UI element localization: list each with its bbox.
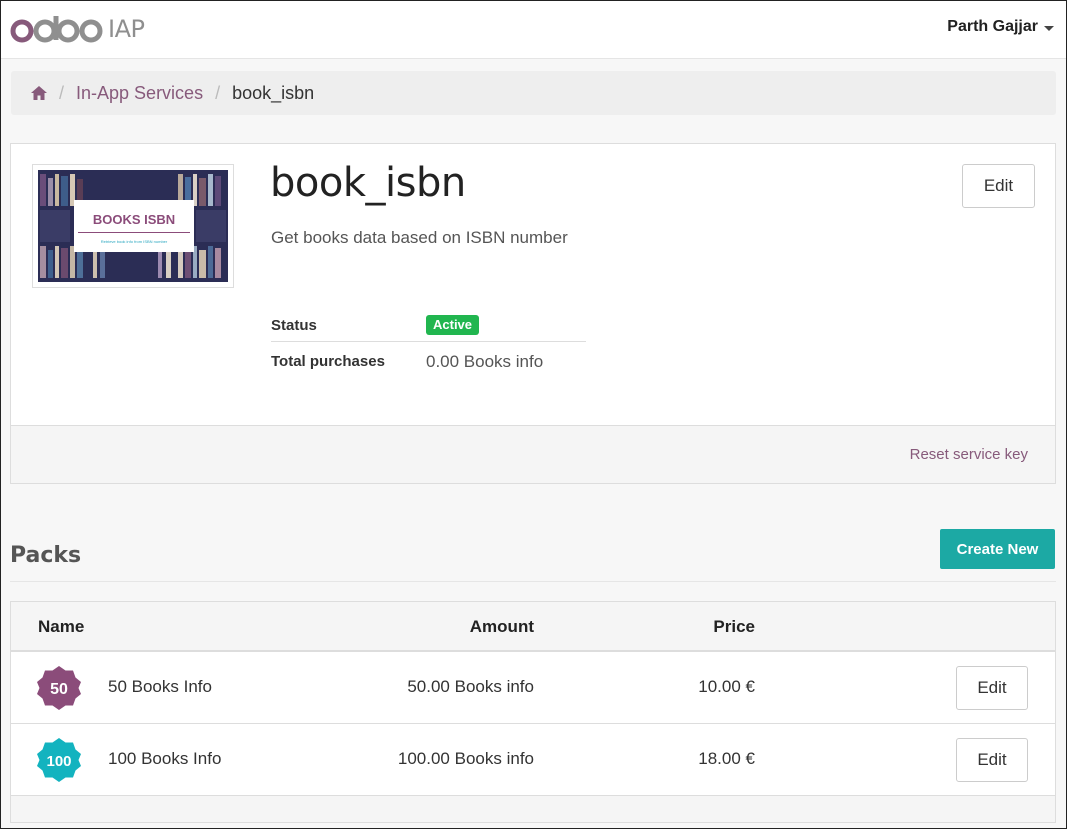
edit-service-button[interactable]: Edit xyxy=(962,164,1035,208)
pack-name: 50 Books Info xyxy=(108,677,212,696)
logo-suffix: IAP xyxy=(108,15,145,43)
breadcrumb-link-in-app-services[interactable]: In-App Services xyxy=(76,83,203,104)
pack-badge-icon: 100 xyxy=(37,738,81,782)
purchases-value: 0.00 Books info xyxy=(426,351,544,371)
breadcrumb: / In-App Services / book_isbn xyxy=(11,71,1056,115)
odoo-logo-mark xyxy=(10,16,103,43)
user-name: Parth Gajjar xyxy=(947,18,1038,35)
pack-badge-icon: 50 xyxy=(37,666,81,710)
pack-badge-text: 50 xyxy=(50,681,68,698)
status-label: Status xyxy=(271,316,317,334)
packs-title: Packs xyxy=(10,543,82,568)
service-card-footer: Reset service key xyxy=(11,425,1055,483)
pack-amount: 50.00 Books info xyxy=(407,677,534,696)
edit-pack-button[interactable]: Edit xyxy=(956,738,1028,782)
top-navbar: IAP Parth Gajjar xyxy=(1,1,1066,59)
status-badge: Active xyxy=(426,315,480,335)
thumbnail-subtitle: Retrieve book info from ISBN number xyxy=(101,239,168,244)
pack-badge-text: 100 xyxy=(46,753,71,770)
caret-down-icon xyxy=(1044,25,1054,31)
thumbnail-title: BOOKS ISBN xyxy=(93,212,175,227)
column-header-amount: Amount xyxy=(469,617,534,636)
odoo-logo[interactable]: IAP xyxy=(10,9,145,49)
service-info: Status Active Total purchases 0.00 Books… xyxy=(271,309,586,381)
pack-name: 100 Books Info xyxy=(108,749,222,768)
purchases-row: Total purchases 0.00 Books info xyxy=(271,341,586,381)
status-row: Status Active xyxy=(271,309,586,341)
service-card: BOOKS ISBN Retrieve book info from ISBN … xyxy=(10,143,1056,484)
home-icon[interactable] xyxy=(31,86,47,100)
service-thumbnail: BOOKS ISBN Retrieve book info from ISBN … xyxy=(32,164,234,288)
pack-price: 10.00 € xyxy=(698,677,755,696)
pack-amount: 100.00 Books info xyxy=(397,749,534,768)
breadcrumb-separator: / xyxy=(59,82,65,103)
edit-pack-button[interactable]: Edit xyxy=(956,666,1028,710)
table-header: Name Amount Price xyxy=(11,602,1055,652)
breadcrumb-separator: / xyxy=(215,82,221,103)
column-header-price: Price xyxy=(713,617,755,636)
table-row: 50 50 Books Info 50.00 Books info 10.00 … xyxy=(11,652,1055,724)
packs-divider xyxy=(10,581,1056,582)
service-description: Get books data based on ISBN number xyxy=(271,228,568,247)
table-row: 100 100 Books Info 100.00 Books info 18.… xyxy=(11,724,1055,796)
column-header-name: Name xyxy=(38,617,85,636)
reset-service-key-link[interactable]: Reset service key xyxy=(910,446,1028,463)
service-title: book_isbn xyxy=(270,160,466,206)
purchases-label: Total purchases xyxy=(271,353,385,370)
breadcrumb-current: book_isbn xyxy=(232,82,315,103)
pack-price: 18.00 € xyxy=(698,749,755,768)
table-footer xyxy=(11,796,1055,822)
create-new-button[interactable]: Create New xyxy=(940,529,1055,569)
packs-table: Name Amount Price 50 50 Books Info 50.00… xyxy=(10,601,1056,823)
user-menu[interactable]: Parth Gajjar xyxy=(947,18,1054,36)
